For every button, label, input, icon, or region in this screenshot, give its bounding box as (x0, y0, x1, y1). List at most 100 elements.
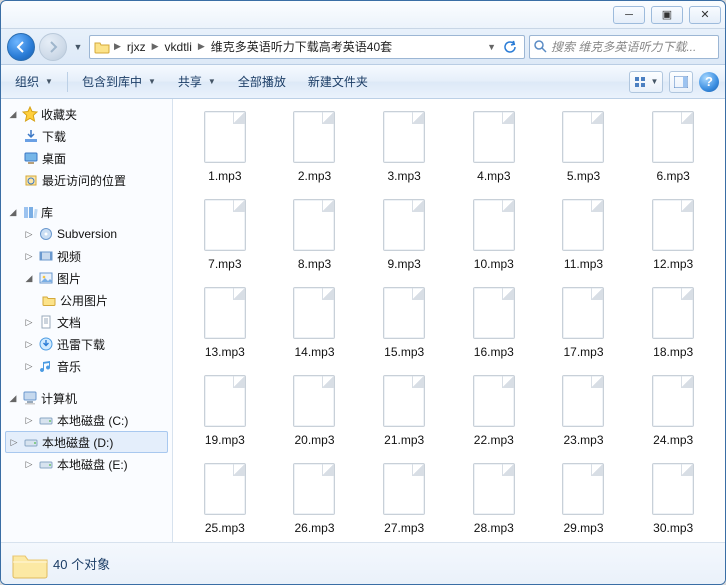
tree-videos[interactable]: ▷ 视频 (1, 245, 172, 267)
refresh-button[interactable] (500, 40, 520, 54)
file-item[interactable]: 2.mp3 (273, 111, 357, 189)
file-label: 27.mp3 (384, 521, 424, 535)
expand-icon[interactable]: ▷ (23, 415, 35, 426)
expand-icon[interactable]: ▷ (23, 317, 35, 328)
search-input[interactable]: 搜索 维克多英语听力下载... (529, 35, 719, 59)
search-placeholder: 搜索 维克多英语听力下载... (551, 38, 696, 55)
expand-icon[interactable]: ▷ (23, 459, 35, 470)
file-item[interactable]: 17.mp3 (542, 287, 626, 365)
tree-favorites[interactable]: ◢ 收藏夹 (1, 103, 172, 125)
file-item[interactable]: 9.mp3 (362, 199, 446, 277)
collapse-icon[interactable]: ◢ (7, 109, 19, 120)
tree-downloads[interactable]: 下载 (1, 125, 172, 147)
navigation-pane[interactable]: ◢ 收藏夹 下载 桌面 最近访问的位置 ◢ 库 (1, 99, 173, 542)
file-item[interactable]: 23.mp3 (542, 375, 626, 453)
tree-music[interactable]: ▷ 音乐 (1, 355, 172, 377)
file-item[interactable]: 27.mp3 (362, 463, 446, 541)
tree-xunlei[interactable]: ▷ 迅雷下载 (1, 333, 172, 355)
preview-pane-button[interactable] (669, 71, 693, 93)
tree-label: 公用图片 (60, 292, 108, 309)
history-dropdown[interactable]: ▼ (71, 33, 85, 61)
minimize-button[interactable]: ─ (613, 6, 645, 24)
new-folder-button[interactable]: 新建文件夹 (300, 70, 376, 93)
file-item[interactable]: 26.mp3 (273, 463, 357, 541)
file-item[interactable]: 29.mp3 (542, 463, 626, 541)
organize-button[interactable]: 组织▼ (7, 70, 61, 93)
file-list[interactable]: 1.mp32.mp33.mp34.mp35.mp36.mp3 7.mp38.mp3… (173, 99, 725, 542)
play-all-button[interactable]: 全部播放 (230, 70, 294, 93)
file-label: 29.mp3 (563, 521, 603, 535)
disk-icon (38, 226, 54, 242)
view-options-button[interactable]: ▼ (629, 71, 663, 93)
expand-icon[interactable]: ▷ (8, 437, 20, 448)
star-icon (22, 106, 38, 122)
file-item[interactable]: 22.mp3 (452, 375, 536, 453)
tree-computer[interactable]: ◢ 计算机 (1, 387, 172, 409)
address-bar[interactable]: ▶ rjxz ▶ vkdtli ▶ 维克多英语听力下载高考英语40套 ▼ (89, 35, 525, 59)
file-item[interactable]: 6.mp3 (631, 111, 715, 189)
file-item[interactable]: 18.mp3 (631, 287, 715, 365)
expand-icon[interactable]: ▷ (23, 229, 35, 240)
computer-icon (22, 390, 38, 406)
address-dropdown[interactable]: ▼ (485, 42, 498, 52)
tree-recent[interactable]: 最近访问的位置 (1, 169, 172, 191)
file-label: 25.mp3 (205, 521, 245, 535)
file-item[interactable]: 10.mp3 (452, 199, 536, 277)
collapse-icon[interactable]: ◢ (7, 393, 19, 404)
share-button[interactable]: 共享▼ (170, 70, 224, 93)
collapse-icon[interactable]: ◢ (23, 273, 35, 284)
file-item[interactable]: 30.mp3 (631, 463, 715, 541)
back-button[interactable] (7, 33, 35, 61)
file-item[interactable]: 15.mp3 (362, 287, 446, 365)
collapse-icon[interactable]: ◢ (7, 207, 19, 218)
pane-icon (674, 76, 688, 88)
file-item[interactable]: 11.mp3 (542, 199, 626, 277)
file-icon (652, 463, 694, 515)
file-icon (293, 463, 335, 515)
tree-drive-c[interactable]: ▷ 本地磁盘 (C:) (1, 409, 172, 431)
file-icon (293, 199, 335, 251)
file-item[interactable]: 3.mp3 (362, 111, 446, 189)
file-item[interactable]: 13.mp3 (183, 287, 267, 365)
file-item[interactable]: 14.mp3 (273, 287, 357, 365)
expand-icon[interactable]: ▷ (23, 251, 35, 262)
file-item[interactable]: 12.mp3 (631, 199, 715, 277)
arrow-right-icon (47, 41, 59, 53)
breadcrumb-segment[interactable]: vkdtli (163, 40, 194, 54)
expand-icon[interactable]: ▷ (23, 361, 35, 372)
close-button[interactable]: ✕ (689, 6, 721, 24)
file-label: 22.mp3 (474, 433, 514, 447)
include-in-library-button[interactable]: 包含到库中▼ (74, 70, 164, 93)
file-item[interactable]: 4.mp3 (452, 111, 536, 189)
file-item[interactable]: 1.mp3 (183, 111, 267, 189)
tree-drive-d[interactable]: ▷ 本地磁盘 (D:) (5, 431, 168, 453)
file-item[interactable]: 19.mp3 (183, 375, 267, 453)
file-item[interactable]: 7.mp3 (183, 199, 267, 277)
tree-desktop[interactable]: 桌面 (1, 147, 172, 169)
tree-drive-e[interactable]: ▷ 本地磁盘 (E:) (1, 453, 172, 475)
file-item[interactable]: 21.mp3 (362, 375, 446, 453)
tree-public-pictures[interactable]: 公用图片 (1, 289, 172, 311)
file-item[interactable]: 28.mp3 (452, 463, 536, 541)
file-item[interactable]: 24.mp3 (631, 375, 715, 453)
tree-subversion[interactable]: ▷ Subversion (1, 223, 172, 245)
maximize-button[interactable]: ▣ (651, 6, 683, 24)
file-icon (204, 375, 246, 427)
file-item[interactable]: 16.mp3 (452, 287, 536, 365)
forward-button[interactable] (39, 33, 67, 61)
file-item[interactable]: 20.mp3 (273, 375, 357, 453)
statusbar: 40 个对象 (1, 542, 725, 584)
expand-icon[interactable]: ▷ (23, 339, 35, 350)
help-button[interactable]: ? (699, 72, 719, 92)
titlebar[interactable]: ─ ▣ ✕ (1, 1, 725, 29)
file-item[interactable]: 25.mp3 (183, 463, 267, 541)
file-item[interactable]: 5.mp3 (542, 111, 626, 189)
tree-libraries[interactable]: ◢ 库 (1, 201, 172, 223)
tree-documents[interactable]: ▷ 文档 (1, 311, 172, 333)
folder-icon (41, 292, 57, 308)
tree-pictures[interactable]: ◢ 图片 (1, 267, 172, 289)
breadcrumb-segment[interactable]: rjxz (125, 40, 148, 54)
breadcrumb-segment[interactable]: 维克多英语听力下载高考英语40套 (209, 38, 394, 55)
file-item[interactable]: 8.mp3 (273, 199, 357, 277)
file-label: 28.mp3 (474, 521, 514, 535)
